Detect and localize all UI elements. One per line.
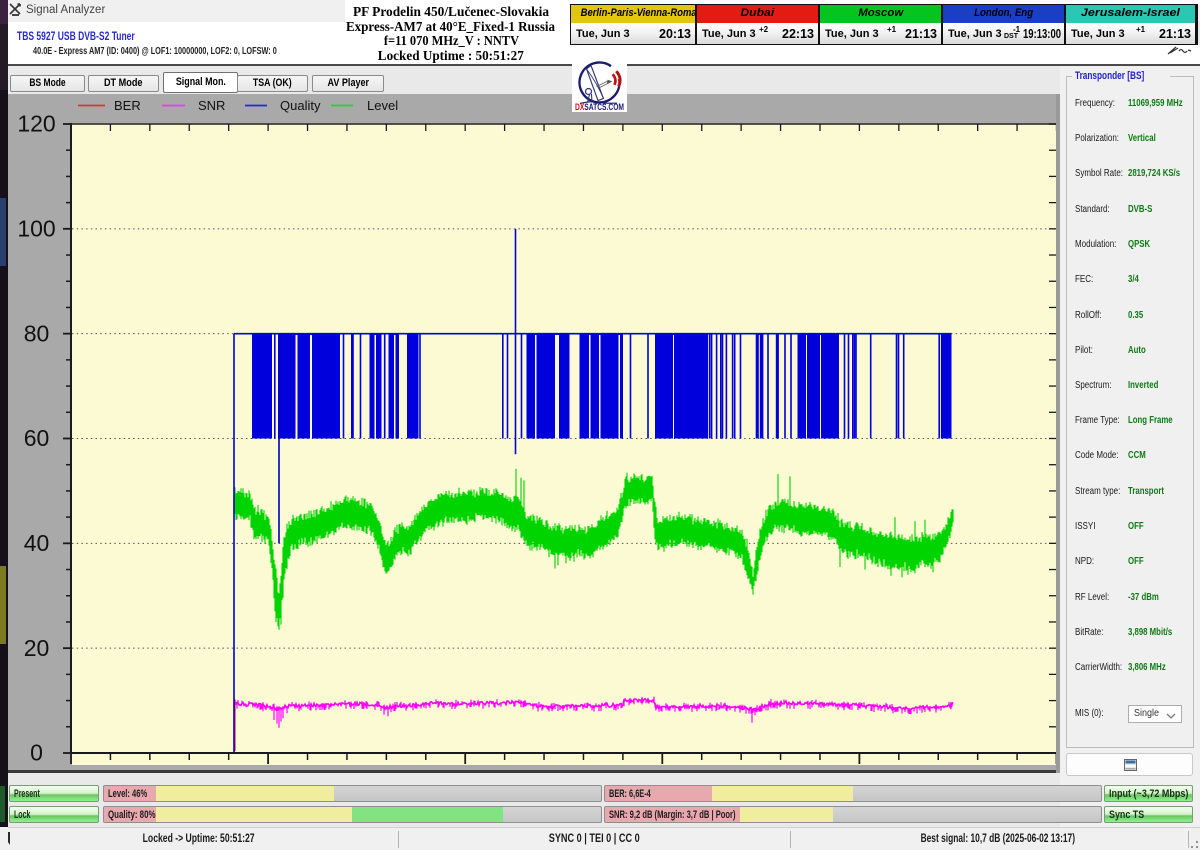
svg-text:0: 0 <box>30 740 43 766</box>
svg-text:SNR: SNR <box>198 98 225 113</box>
svg-text:BER: BER <box>114 98 141 113</box>
svg-text:Level: Level <box>367 98 398 113</box>
svg-text:Quality: Quality <box>280 98 321 113</box>
svg-text:40: 40 <box>24 530 50 556</box>
svg-text:60: 60 <box>24 425 50 451</box>
svg-text:120: 120 <box>17 111 55 137</box>
svg-text:80: 80 <box>24 320 50 346</box>
svg-text:20: 20 <box>24 635 50 661</box>
svg-text:DXSATCS.COM: DXSATCS.COM <box>575 102 624 112</box>
svg-text:100: 100 <box>17 216 55 242</box>
